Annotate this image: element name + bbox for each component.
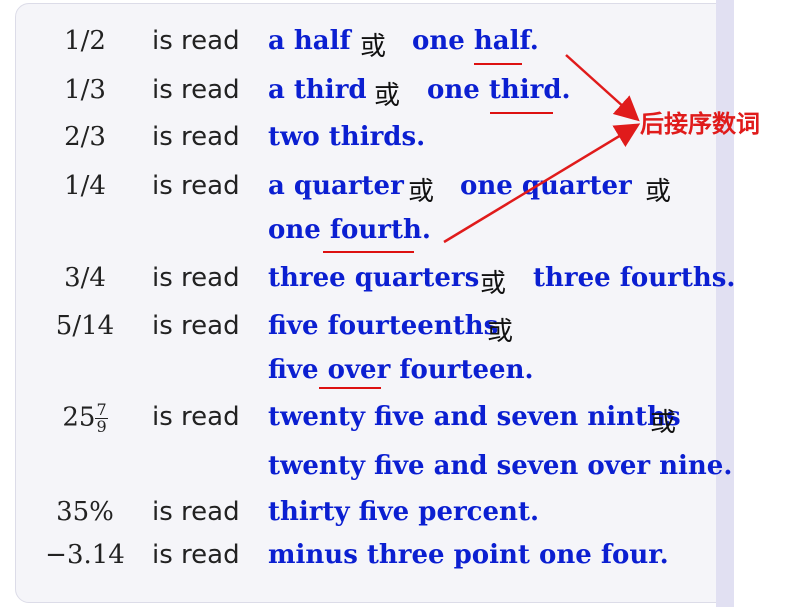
arrow-from-half xyxy=(565,54,640,122)
slide: 1/2 is read a half 或 one half. 1/3 is re… xyxy=(0,0,804,607)
annotation-arrows xyxy=(443,54,641,244)
arrow-from-fourth xyxy=(443,123,641,244)
ordinal-annotation-label: 后接序数词 xyxy=(640,110,760,138)
